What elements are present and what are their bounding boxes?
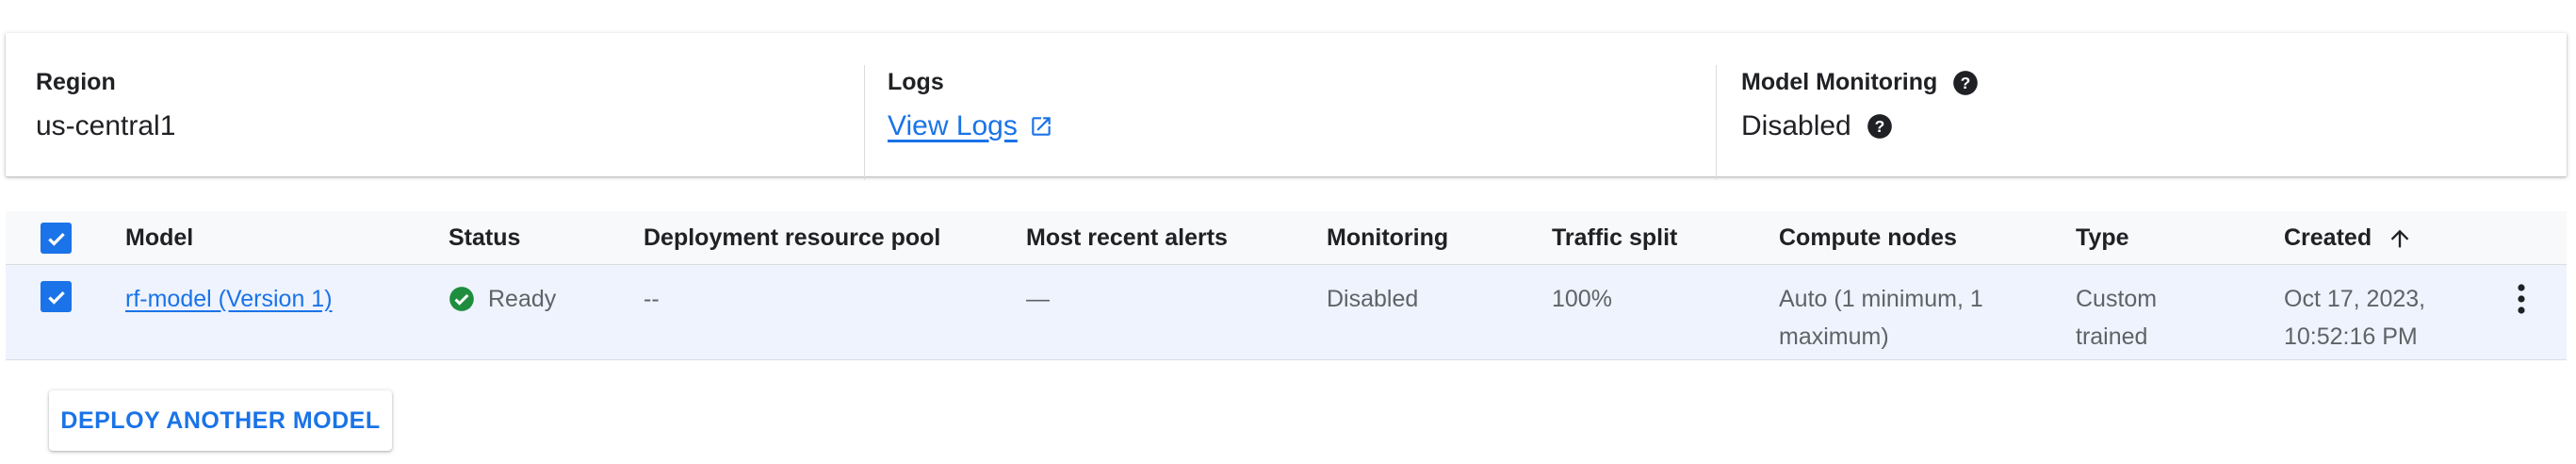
- logs-label: Logs: [888, 69, 944, 95]
- svg-text:?: ?: [1961, 73, 1971, 91]
- column-header-pool[interactable]: Deployment resource pool: [644, 224, 940, 252]
- more-vert-icon[interactable]: [2510, 280, 2533, 318]
- arrow-up-icon: [2390, 229, 2409, 247]
- checkbox-checked-icon: [47, 232, 65, 246]
- column-header-compute[interactable]: Compute nodes: [1779, 224, 1957, 252]
- endpoint-info-card: Region us-central1 Logs View Logs Model …: [6, 33, 2567, 180]
- alerts-cell: —: [1026, 286, 1050, 312]
- traffic-cell: 100%: [1552, 286, 1612, 312]
- compute-line-1: Auto (1 minimum, 1: [1779, 286, 1983, 312]
- deployed-models-table: Model Status Deployment resource pool Mo…: [6, 211, 2567, 360]
- external-link-icon: [1032, 117, 1051, 136]
- column-header-created[interactable]: Created: [2284, 224, 2413, 252]
- type-line-1: Custom: [2076, 286, 2158, 312]
- status-text: Ready: [488, 286, 557, 312]
- monitoring-value-row: Disabled ?: [1741, 110, 1893, 142]
- region-value: us-central1: [36, 110, 176, 141]
- deploy-another-model-button[interactable]: DEPLOY ANOTHER MODEL: [49, 390, 392, 451]
- view-logs-link-text: View Logs: [888, 110, 1018, 141]
- compute-cell: Auto (1 minimum, 1 maximum): [1779, 280, 1983, 356]
- check-circle-icon: [449, 287, 474, 311]
- column-header-status[interactable]: Status: [448, 224, 520, 252]
- monitoring-value: Disabled: [1741, 110, 1851, 141]
- pool-cell: --: [644, 286, 660, 312]
- column-header-created-label: Created: [2284, 224, 2372, 251]
- divider: [864, 65, 865, 180]
- svg-text:?: ?: [1874, 117, 1884, 136]
- table-row[interactable]: rf-model (Version 1) Ready -- — Disabled…: [6, 265, 2567, 360]
- created-line-2: 10:52:16 PM: [2284, 323, 2418, 350]
- help-icon[interactable]: ?: [1867, 113, 1893, 140]
- divider: [1716, 65, 1717, 180]
- monitoring-label: Model Monitoring: [1741, 69, 1938, 95]
- region-label: Region: [36, 69, 116, 95]
- column-header-type[interactable]: Type: [2076, 224, 2129, 252]
- column-header-monitoring[interactable]: Monitoring: [1327, 224, 1448, 252]
- compute-line-2: maximum): [1779, 323, 1889, 350]
- row-checkbox[interactable]: [41, 281, 72, 312]
- status-cell: Ready: [448, 280, 556, 318]
- table-header-row: Model Status Deployment resource pool Mo…: [6, 211, 2567, 265]
- column-header-traffic[interactable]: Traffic split: [1552, 224, 1677, 252]
- type-cell: Custom trained: [2076, 280, 2157, 356]
- column-header-alerts[interactable]: Most recent alerts: [1026, 224, 1228, 252]
- checkbox-checked-icon: [47, 290, 65, 305]
- model-cell: rf-model (Version 1): [125, 280, 333, 318]
- column-header-model[interactable]: Model: [125, 224, 193, 252]
- type-line-2: trained: [2076, 323, 2148, 350]
- monitoring-label-row: Model Monitoring ?: [1741, 69, 1979, 96]
- select-all-checkbox[interactable]: [41, 223, 72, 254]
- view-logs-link-wrapper: View Logs: [888, 110, 1053, 142]
- help-icon[interactable]: ?: [1952, 70, 1979, 96]
- monitoring-cell: Disabled: [1327, 286, 1419, 312]
- model-link[interactable]: rf-model (Version 1): [125, 286, 333, 312]
- created-cell: Oct 17, 2023, 10:52:16 PM: [2284, 280, 2425, 356]
- created-line-1: Oct 17, 2023,: [2284, 286, 2426, 312]
- view-logs-link[interactable]: View Logs: [888, 110, 1053, 142]
